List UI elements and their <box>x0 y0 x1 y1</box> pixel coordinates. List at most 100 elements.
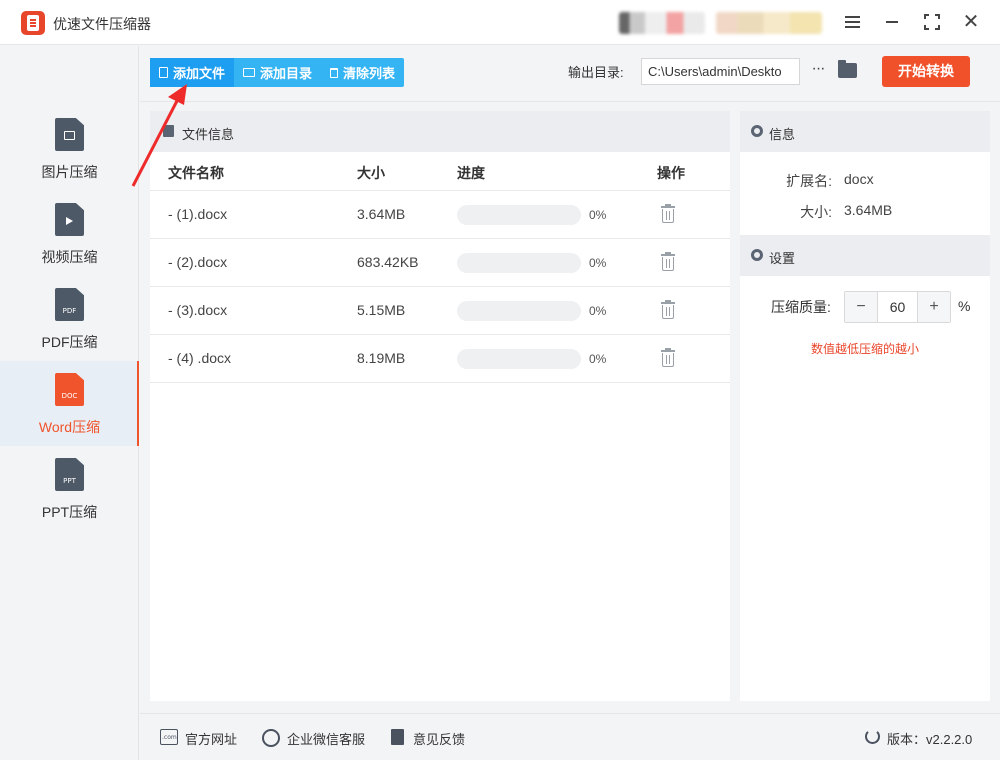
toolbar: 添加文件 添加目录 清除列表 输出目录: C:\Users\admin\Desk… <box>140 46 1000 102</box>
table-row[interactable]: - (4) .docx 8.19MB 0% <box>150 335 730 383</box>
file-size: 3.64MB <box>357 206 406 222</box>
column-name: 文件名称 <box>168 165 224 181</box>
clear-list-label: 清除列表 <box>343 66 396 81</box>
file-button-group: 添加文件 添加目录 清除列表 <box>150 58 405 87</box>
more-options-icon[interactable]: ··· <box>808 60 828 80</box>
sidebar-item-pdf[interactable]: PDF PDF压缩 <box>0 276 139 361</box>
ext-row: 扩展名: docx <box>740 162 990 193</box>
add-file-label: 添加文件 <box>173 66 226 81</box>
sidebar-item-label: Word压缩 <box>38 419 101 435</box>
table-header: 文件名称 大小 进度 操作 <box>150 152 730 191</box>
blurred-user-info <box>619 12 705 34</box>
ext-label: 扩展名: <box>786 173 832 189</box>
delete-icon[interactable] <box>661 204 675 224</box>
progress-bar <box>457 205 581 225</box>
refresh-icon[interactable] <box>865 729 880 744</box>
increase-button[interactable]: + <box>918 292 950 322</box>
quality-input[interactable]: 60 <box>877 292 918 322</box>
add-folder-button[interactable]: 添加目录 <box>234 58 321 87</box>
progress-percent: 0% <box>589 352 607 366</box>
feedback-link[interactable]: 意见反馈 <box>413 729 465 748</box>
file-name: - (1).docx <box>168 206 228 222</box>
file-info-icon <box>163 125 174 137</box>
clear-list-button[interactable]: 清除列表 <box>321 58 404 87</box>
table-row[interactable]: - (1).docx 3.64MB 0% <box>150 191 730 239</box>
sidebar: 图片压缩 视频压缩 PDF PDF压缩 DOC Word压缩 PPT PPT压缩 <box>0 46 139 760</box>
title-bar: 优速文件压缩器 ✕ <box>0 0 1000 45</box>
output-dir-label: 输出目录: <box>568 65 624 80</box>
quality-stepper: − 60 + <box>844 291 951 323</box>
info-header: 信息 <box>740 111 990 152</box>
info-title: 信息 <box>769 127 796 142</box>
sidebar-item-image[interactable]: 图片压缩 <box>0 106 139 191</box>
progress-percent: 0% <box>589 208 607 222</box>
folder-icon <box>243 68 256 77</box>
website-icon <box>160 729 178 745</box>
ppt-file-icon: PPT <box>55 458 84 491</box>
delete-icon[interactable] <box>661 252 675 272</box>
minimize-icon[interactable] <box>880 10 904 34</box>
video-file-icon <box>55 203 84 236</box>
file-size: 8.19MB <box>357 350 406 366</box>
maximize-icon[interactable] <box>920 10 944 34</box>
delete-icon[interactable] <box>661 348 675 368</box>
progress-bar <box>457 349 581 369</box>
website-link[interactable]: 官方网址 <box>185 729 237 748</box>
feedback-icon <box>391 729 404 745</box>
decrease-button[interactable]: − <box>845 292 877 322</box>
settings-title: 设置 <box>769 251 796 266</box>
app-title: 优速文件压缩器 <box>53 16 151 32</box>
file-name: - (4) .docx <box>168 350 232 366</box>
wechat-support-link[interactable]: 企业微信客服 <box>287 729 365 748</box>
start-convert-button[interactable]: 开始转换 <box>882 56 970 87</box>
sidebar-item-video[interactable]: 视频压缩 <box>0 191 139 276</box>
app-logo-icon <box>21 11 45 35</box>
pdf-file-icon: PDF <box>55 288 84 321</box>
table-row[interactable]: - (2).docx 683.42KB 0% <box>150 239 730 287</box>
sidebar-item-label: 图片压缩 <box>41 164 98 180</box>
delete-icon[interactable] <box>661 300 675 320</box>
gear-icon <box>751 125 763 137</box>
size-row: 大小: 3.64MB <box>740 193 990 224</box>
trash-icon <box>330 67 339 78</box>
progress-bar <box>457 301 581 321</box>
file-size: 5.15MB <box>357 302 406 318</box>
quality-hint: 数值越低压缩的越小 <box>810 342 919 356</box>
sidebar-item-label: 视频压缩 <box>41 249 98 265</box>
file-name: - (2).docx <box>168 254 228 270</box>
gear-icon <box>751 249 763 261</box>
version-label: 版本：v2.2.2.0 <box>887 732 973 747</box>
output-dir-input[interactable]: C:\Users\admin\Deskto <box>641 58 800 85</box>
file-panel: 文件信息 文件名称 大小 进度 操作 - (1).docx 3.64MB 0% - (… <box>150 111 730 701</box>
progress-percent: 0% <box>589 304 607 318</box>
settings-header: 设置 <box>740 235 990 276</box>
column-size: 大小 <box>357 165 385 181</box>
add-file-button[interactable]: 添加文件 <box>150 58 235 87</box>
file-panel-header: 文件信息 <box>150 111 730 152</box>
close-icon[interactable]: ✕ <box>959 10 983 34</box>
sidebar-item-label: PPT压缩 <box>41 504 98 520</box>
footer: 官方网址 企业微信客服 意见反馈 版本：v2.2.2.0 <box>140 713 1000 760</box>
column-action: 操作 <box>657 165 685 181</box>
file-panel-title: 文件信息 <box>182 127 235 142</box>
open-folder-icon[interactable] <box>838 60 857 78</box>
file-name: - (3).docx <box>168 302 228 318</box>
quality-label: 压缩质量: <box>771 299 831 315</box>
sidebar-item-word[interactable]: DOC Word压缩 <box>0 361 139 446</box>
ext-value: docx <box>844 171 874 187</box>
info-panel: 信息 扩展名: docx 大小: 3.64MB 设置 压缩质量: − 60 + … <box>740 111 990 701</box>
add-folder-label: 添加目录 <box>260 66 313 81</box>
blurred-account-info <box>716 12 822 34</box>
percent-sign: % <box>958 298 971 314</box>
wechat-icon <box>262 729 280 747</box>
doc-file-icon: DOC <box>55 373 84 406</box>
table-row[interactable]: - (3).docx 5.15MB 0% <box>150 287 730 335</box>
column-progress: 进度 <box>457 165 485 181</box>
sidebar-item-ppt[interactable]: PPT PPT压缩 <box>0 446 139 531</box>
file-size: 683.42KB <box>357 254 419 270</box>
sidebar-item-label: PDF压缩 <box>41 334 98 350</box>
image-file-icon <box>55 118 84 151</box>
progress-bar <box>457 253 581 273</box>
menu-icon[interactable] <box>841 10 865 34</box>
size-value: 3.64MB <box>844 202 893 218</box>
